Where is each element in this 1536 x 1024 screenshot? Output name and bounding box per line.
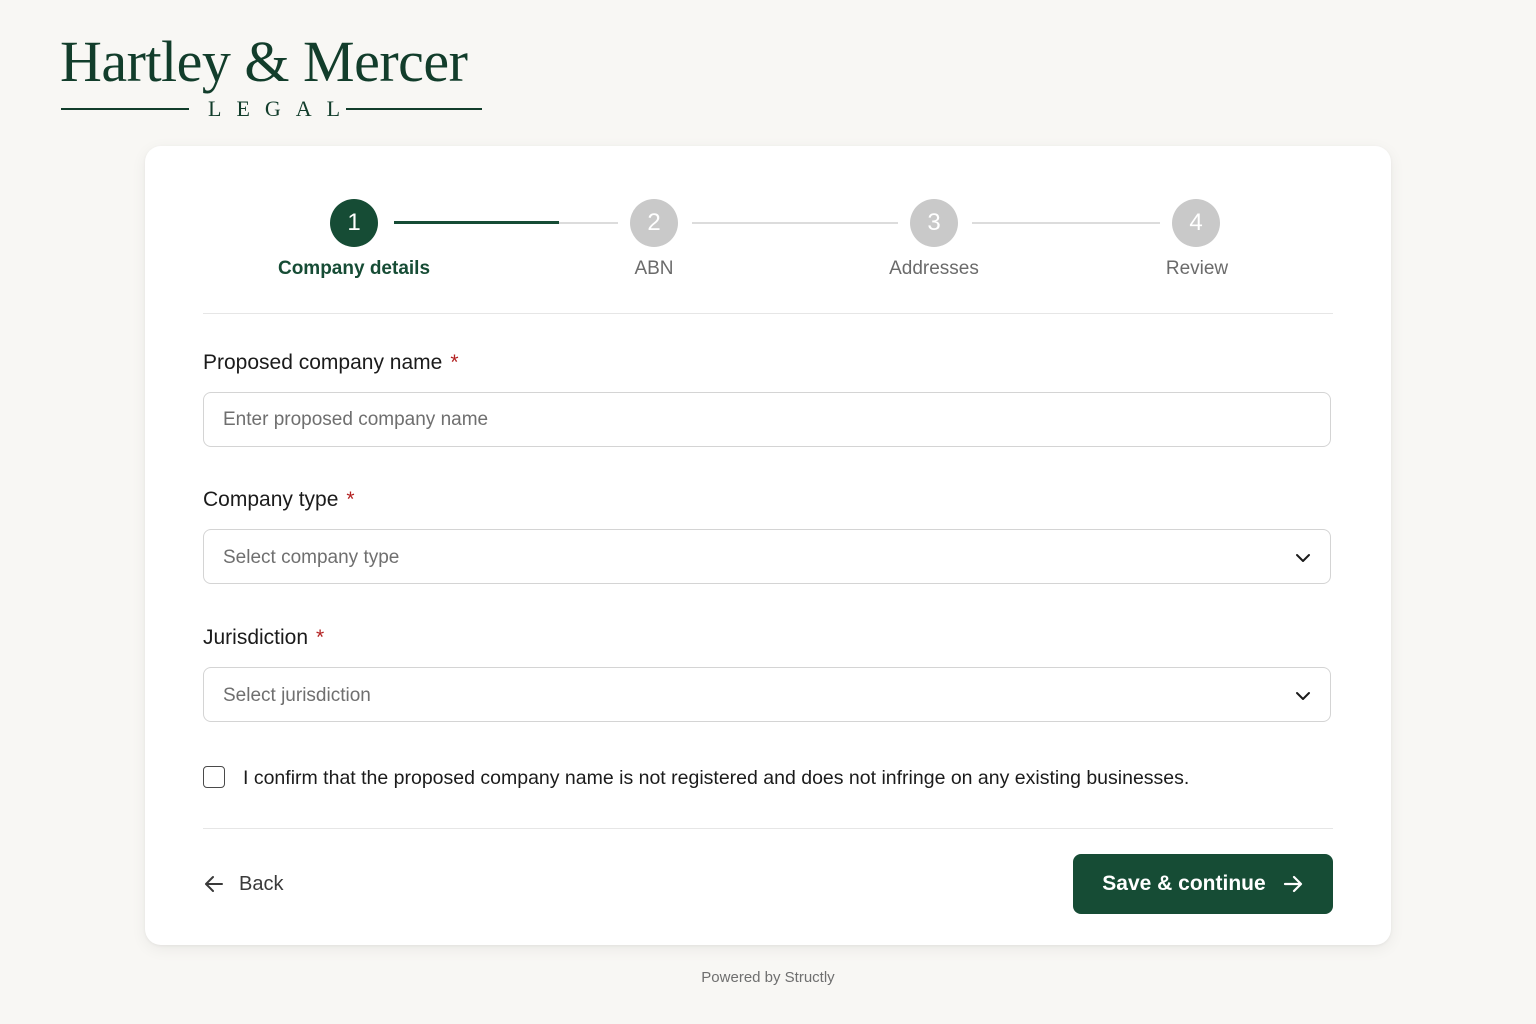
jurisdiction-label: Jurisdiction * xyxy=(203,626,324,650)
step-2-circle[interactable]: 2 xyxy=(630,199,678,247)
brand-subtitle: LEGAL xyxy=(208,96,356,121)
save-continue-button[interactable]: Save & continue xyxy=(1073,854,1333,914)
company-name-input[interactable] xyxy=(204,393,1330,446)
required-mark: * xyxy=(316,626,325,649)
required-mark: * xyxy=(346,488,355,511)
logo-rule-right xyxy=(346,108,482,110)
company-type-placeholder: Select company type xyxy=(223,547,400,568)
step-4-circle[interactable]: 4 xyxy=(1172,199,1220,247)
company-type-label-text: Company type xyxy=(203,488,339,511)
confirm-row[interactable]: I confirm that the proposed company name… xyxy=(203,766,1333,790)
company-type-label: Company type * xyxy=(203,488,355,512)
step-3-circle[interactable]: 3 xyxy=(910,199,958,247)
jurisdiction-placeholder: Select jurisdiction xyxy=(223,685,371,706)
back-button[interactable]: Back xyxy=(203,869,283,899)
back-label: Back xyxy=(239,872,284,895)
jurisdiction-label-text: Jurisdiction xyxy=(203,626,309,649)
logo-rule-left xyxy=(61,108,189,110)
required-mark: * xyxy=(450,351,459,374)
step-2-label[interactable]: ABN xyxy=(534,258,774,280)
actions-divider xyxy=(203,828,1333,829)
brand-logo: Hartley & Mercer LEGAL xyxy=(60,30,490,122)
step-1-circle[interactable]: 1 xyxy=(330,199,378,247)
company-name-label-text: Proposed company name xyxy=(203,351,443,374)
company-name-field[interactable] xyxy=(203,392,1331,447)
footer-powered-by: Powered by Structly xyxy=(701,969,835,986)
company-name-label: Proposed company name * xyxy=(203,351,459,375)
stepper-line-3 xyxy=(972,222,1160,224)
form-card: 1 2 3 4 Company details ABN Addresses Re… xyxy=(145,146,1391,945)
step-3-label[interactable]: Addresses xyxy=(814,258,1054,280)
stepper-line-1 xyxy=(559,222,618,224)
jurisdiction-select[interactable]: Select jurisdiction xyxy=(203,667,1331,722)
stepper-divider xyxy=(203,313,1333,314)
stepper-line-2 xyxy=(692,222,898,224)
brand-name: Hartley & Mercer xyxy=(60,29,468,94)
brand-subtitle-row: LEGAL xyxy=(60,96,482,122)
chevron-down-icon xyxy=(1296,692,1310,700)
chevron-down-icon xyxy=(1296,554,1310,562)
company-type-select[interactable]: Select company type xyxy=(203,529,1331,584)
arrow-right-icon xyxy=(1283,875,1302,893)
step-1-label[interactable]: Company details xyxy=(234,258,474,280)
confirm-label[interactable]: I confirm that the proposed company name… xyxy=(243,766,1189,790)
arrow-left-icon xyxy=(205,876,223,892)
stepper-progress-line xyxy=(394,221,559,224)
step-4-label[interactable]: Review xyxy=(1077,258,1317,280)
confirm-checkbox[interactable] xyxy=(203,766,225,788)
save-continue-label: Save & continue xyxy=(1102,872,1266,895)
